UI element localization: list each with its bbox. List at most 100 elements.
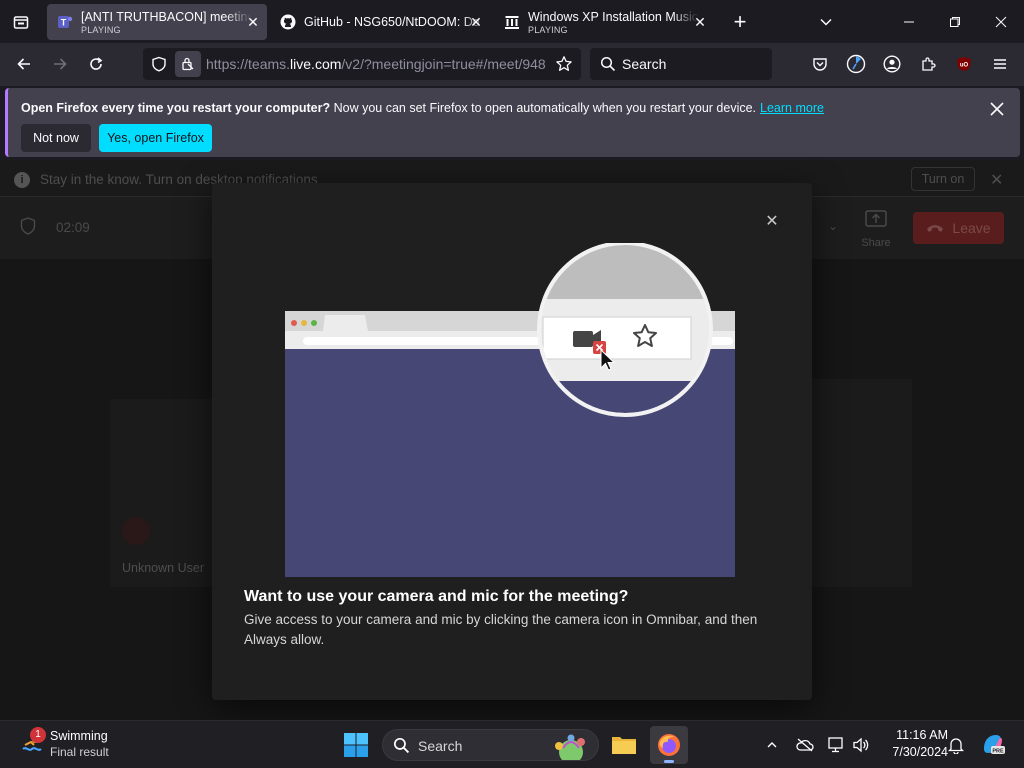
share-button[interactable]: Share [858,210,894,250]
firefox-view-icon [13,16,29,29]
list-all-tabs-button[interactable] [811,7,841,37]
back-button[interactable] [9,49,39,79]
svg-text:T: T [61,18,67,28]
close-icon[interactable]: ✕ [990,170,1003,190]
widgets-button[interactable]: 1 Swimming Final result [16,727,146,763]
tab-playing-label: PLAYING [81,24,121,35]
timer-extension-button[interactable] [841,49,871,79]
copilot-icon[interactable]: PRE [980,731,1006,757]
tab-teams-meeting[interactable]: T [ANTI TRUTHBACON] meeting PLAYING ✕ [47,4,267,40]
search-icon [393,737,410,759]
tab-close-icon[interactable]: ✕ [692,14,708,30]
leave-button[interactable]: Leave [913,212,1004,244]
widget-title: Swimming [50,729,108,743]
meeting-timer: 02:09 [56,220,90,235]
show-hidden-icons-chevron-up-icon[interactable] [762,735,782,755]
turn-on-button[interactable]: Turn on [911,167,975,191]
camera-permission-dialog: ✕ Want to use your camera and mic for th… [212,183,812,700]
notification-badge: 1 [30,727,46,743]
account-icon [883,55,901,73]
start-button[interactable] [343,732,369,758]
participant-avatar [122,517,150,545]
pocket-icon [813,58,827,71]
minimize-button[interactable] [894,7,924,37]
tab-windows-xp-music[interactable]: Windows XP Installation Music PLAYING ✕ [494,4,714,40]
tab-playing-label: PLAYING [528,24,568,35]
dialog-body-text: Give access to your camera and mic by cl… [244,612,758,647]
archive-icon [504,14,520,30]
learn-more-link[interactable]: Learn more [760,101,824,115]
chevron-down-icon [820,18,832,26]
chevron-down-icon[interactable]: ⌄ [828,219,838,233]
github-icon [280,14,296,30]
plus-icon: + [733,9,747,34]
tab-strip: T [ANTI TRUTHBACON] meeting PLAYING ✕ Gi… [0,0,1024,43]
notification-close-button[interactable] [986,98,1008,120]
url-text: https://teams.live.com/v2/?meetingjoin=t… [206,56,546,72]
camera-permission-illustration [285,243,735,577]
volume-icon[interactable] [851,735,871,755]
search-placeholder: Search [622,56,667,72]
firefox-view-button[interactable] [6,7,36,37]
leave-label: Leave [952,220,991,236]
teams-icon: T [57,14,73,30]
puzzle-icon [922,57,936,71]
info-icon: i [14,172,30,188]
forward-arrow-icon [54,58,67,70]
dialog-close-button[interactable]: ✕ [763,213,781,231]
shield-icon [20,217,36,240]
close-icon [995,16,1007,28]
tab-title: [ANTI TRUTHBACON] meeting [81,9,251,24]
notification-bell-icon[interactable] [946,735,966,755]
navigation-toolbar: https://teams.live.com/v2/?meetingjoin=t… [0,43,1024,86]
taskbar-search-label: Search [418,738,463,754]
reload-icon [90,57,103,70]
svg-text:uO: uO [960,63,969,69]
account-button[interactable] [877,49,907,79]
firefox-taskbar-button[interactable] [650,726,688,764]
tab-close-icon[interactable]: ✕ [468,14,484,30]
hang-up-icon [926,220,944,236]
minimize-icon [904,21,914,23]
reload-button[interactable] [81,49,111,79]
url-bar[interactable]: https://teams.live.com/v2/?meetingjoin=t… [143,48,581,80]
app-menu-button[interactable] [985,49,1015,79]
participant-tile [812,379,912,587]
hamburger-menu-icon [994,59,1006,69]
widget-subtitle: Final result [50,745,109,759]
clock-time: 11:16 AM [896,728,948,742]
back-arrow-icon [17,58,30,70]
ublock-origin-icon: uO [957,57,971,71]
onedrive-offline-icon[interactable] [795,735,815,755]
new-tab-button[interactable]: + [725,7,755,37]
system-clock[interactable]: 11:16 AM 7/30/2024 [876,728,948,759]
file-explorer-taskbar-button[interactable] [605,726,643,764]
timer-extension-icon [846,54,866,74]
network-icon[interactable] [827,735,847,755]
clock-date: 7/30/2024 [892,745,948,759]
search-icon [600,56,616,77]
site-permissions-icon[interactable] [175,51,201,77]
folder-icon [612,737,636,754]
close-window-button[interactable] [986,7,1016,37]
dialog-title: Want to use your camera and mic for the … [244,588,629,605]
bookmark-star-icon[interactable] [555,55,573,78]
ublock-origin-button[interactable]: uO [949,49,979,79]
yes-open-firefox-button[interactable]: Yes, open Firefox [99,124,212,152]
restore-icon [950,17,960,27]
windows-taskbar: 1 Swimming Final result Search 11:16 AM … [0,720,1024,768]
search-bar[interactable]: Search [590,48,772,80]
tab-github[interactable]: GitHub - NSG650/NtDOOM: Do ✕ [270,4,490,40]
taskbar-search-box[interactable]: Search [382,729,599,764]
firefox-icon [658,734,680,756]
tab-title: Windows XP Installation Music [528,9,698,24]
restore-button[interactable] [940,7,970,37]
not-now-button[interactable]: Not now [21,124,91,152]
svg-text:PRE: PRE [992,749,1004,755]
firefox-autostart-notification: Open Firefox every time you restart your… [5,88,1020,157]
tracking-protection-shield-icon[interactable] [151,56,167,77]
forward-button[interactable] [45,49,75,79]
pocket-button[interactable] [805,49,835,79]
tab-close-icon[interactable]: ✕ [245,14,261,30]
extensions-button[interactable] [913,49,943,79]
